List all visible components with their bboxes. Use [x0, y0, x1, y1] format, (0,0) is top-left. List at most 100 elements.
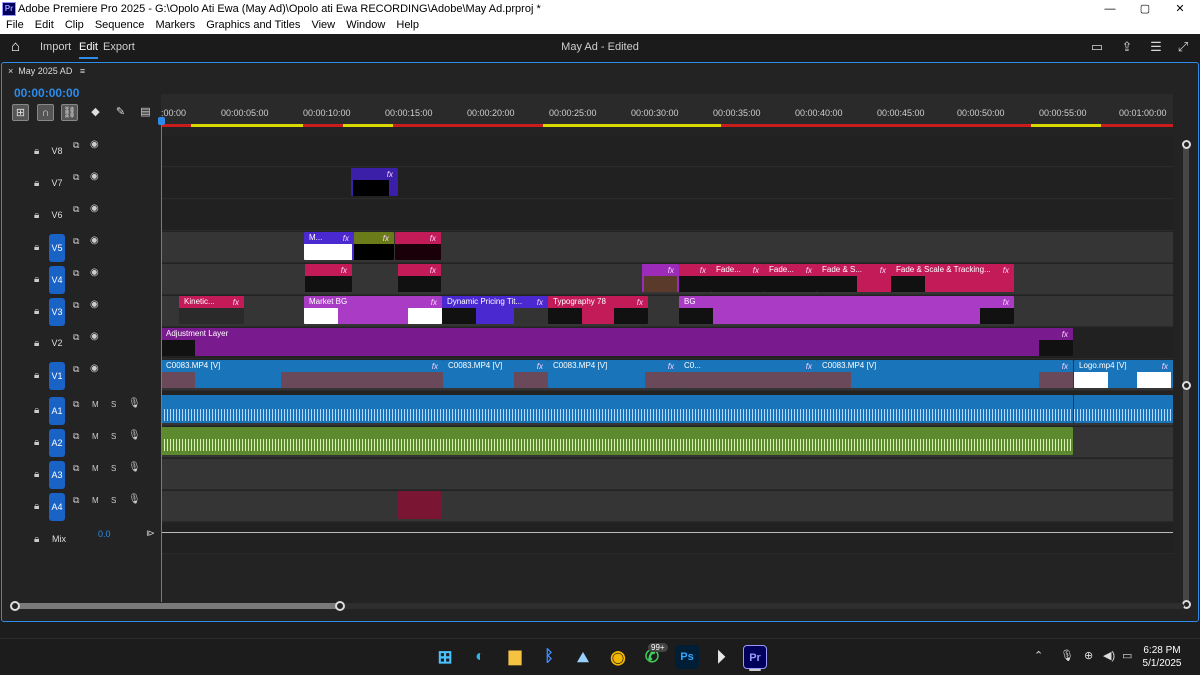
solo-button[interactable]: S — [111, 496, 116, 505]
share-icon[interactable]: ⇪ — [1119, 40, 1135, 54]
lane-mix[interactable] — [161, 524, 1173, 554]
mute-button[interactable]: M — [92, 464, 99, 473]
lane-a4[interactable] — [161, 491, 1173, 522]
file-explorer-icon[interactable]: ▆ — [503, 645, 527, 669]
lock-icon[interactable]: 🔒︎ — [34, 242, 39, 253]
clip-a1-audio[interactable] — [161, 395, 1073, 423]
eye-icon[interactable]: ◉ — [90, 363, 99, 374]
zoom-handle-right[interactable] — [335, 601, 345, 611]
track-label-a1[interactable]: A1 — [49, 397, 65, 425]
workspaces-icon[interactable]: ☰ — [1148, 40, 1164, 54]
globe-network-icon[interactable]: ⊕ — [1084, 649, 1093, 662]
lock-icon[interactable]: 🔒︎ — [34, 534, 39, 545]
lock-icon[interactable]: 🔒︎ — [34, 178, 39, 189]
clip-v4-pink-2[interactable]: fx — [398, 264, 441, 292]
menu-graphics-and-titles[interactable]: Graphics and Titles — [206, 19, 300, 31]
wrench-settings-icon[interactable]: ✎ — [112, 104, 129, 121]
clip-v3-dynamic-pricing[interactable]: Dynamic Pricing Tit... fx — [442, 296, 548, 324]
track-label-v6[interactable]: V6 — [50, 208, 64, 223]
chevron-up-icon[interactable]: ⌃ — [1034, 649, 1043, 662]
premiere-taskbar-icon[interactable]: Pr — [743, 645, 767, 669]
solo-button[interactable]: S — [111, 432, 116, 441]
menu-markers[interactable]: Markers — [155, 19, 195, 31]
clip-v1-logo[interactable]: Logo.mp4 [V] fx — [1074, 360, 1173, 388]
menu-help[interactable]: Help — [396, 19, 419, 31]
menu-file[interactable]: File — [6, 19, 24, 31]
lane-a3[interactable] — [161, 459, 1173, 490]
clip-v4-portrait[interactable]: fx — [642, 264, 679, 292]
speaker-icon[interactable]: ◀) — [1103, 649, 1115, 662]
track-label-v4[interactable]: V4 — [49, 266, 65, 294]
playhead-handle[interactable] — [158, 117, 165, 125]
battery-icon[interactable]: ▭ — [1122, 649, 1132, 662]
menu-edit[interactable]: Edit — [35, 19, 54, 31]
track-label-v5[interactable]: V5 — [49, 234, 65, 262]
clip-v3-bg[interactable]: BG fx — [679, 296, 1014, 324]
sync-lock-icon[interactable]: ⧉ — [73, 236, 79, 247]
microphone-icon[interactable]: 🎙︎ — [128, 398, 141, 409]
go-to-end-icon[interactable]: ⧐ — [146, 528, 155, 539]
menu-sequence[interactable]: Sequence — [95, 19, 145, 31]
taskbar-clock[interactable]: 6:28 PM 5/1/2025 — [1140, 644, 1184, 670]
lane-v6[interactable] — [161, 200, 1173, 231]
linked-selection-icon[interactable]: ⛓ — [61, 104, 78, 121]
playhead-line[interactable] — [161, 118, 162, 602]
maximize-button[interactable]: ▢ — [1130, 0, 1160, 18]
eye-icon[interactable]: ◉ — [90, 299, 99, 310]
sequence-menu-icon[interactable]: ≡ — [80, 66, 85, 76]
track-label-a2[interactable]: A2 — [49, 429, 65, 457]
clip-v4-pink-3[interactable]: fx — [679, 264, 711, 292]
lock-icon[interactable]: 🔒︎ — [34, 338, 39, 349]
track-label-v2[interactable]: V2 — [50, 336, 64, 351]
sync-lock-icon[interactable]: ⧉ — [73, 204, 79, 215]
clip-v3-market-bg[interactable]: Market BG fx — [304, 296, 442, 324]
vertical-scroll-handle-top[interactable] — [1182, 140, 1191, 149]
microphone-icon[interactable]: 🎙︎ — [128, 430, 141, 441]
clip-v4-pink-1[interactable]: fx — [305, 264, 352, 292]
solo-button[interactable]: S — [111, 400, 116, 409]
menu-view[interactable]: View — [311, 19, 335, 31]
clip-a2-music[interactable] — [161, 427, 1073, 455]
clip-a1-logo-audio[interactable] — [1074, 395, 1173, 423]
photos-app-icon[interactable]: ⛰ — [571, 645, 595, 669]
eye-icon[interactable]: ◉ — [90, 331, 99, 342]
eye-icon[interactable]: ◉ — [90, 267, 99, 278]
fullscreen-icon[interactable]: ⤢ — [1175, 40, 1191, 54]
lane-v7[interactable] — [161, 168, 1173, 199]
chrome-browser-icon[interactable]: ◉ — [606, 645, 630, 669]
track-label-v8[interactable]: V8 — [50, 144, 64, 159]
lock-icon[interactable]: 🔒︎ — [34, 210, 39, 221]
clip-v2-adjustment-layer[interactable]: Adjustment Layer fx — [161, 328, 1073, 356]
bluetooth-icon[interactable]: ᛒ — [537, 645, 561, 669]
minimize-button[interactable]: — — [1095, 0, 1125, 18]
mute-button[interactable]: M — [92, 400, 99, 409]
horizontal-scroll-thumb[interactable] — [14, 603, 340, 609]
lane-v8[interactable] — [161, 136, 1173, 167]
clip-v1-c0083-2[interactable]: C0083.MP4 [V] fx — [443, 360, 548, 388]
sync-lock-icon[interactable]: ⧉ — [73, 463, 79, 474]
clip-v4-fade-3[interactable]: Fade & S... fx — [817, 264, 891, 292]
sync-lock-icon[interactable]: ⧉ — [73, 172, 79, 183]
clip-v4-fade-2[interactable]: Fade... fx — [764, 264, 817, 292]
eye-icon[interactable]: ◉ — [90, 203, 99, 214]
microphone-tray-icon[interactable]: 🎙︎ — [1060, 649, 1074, 662]
eye-icon[interactable]: ◉ — [90, 139, 99, 150]
time-ruler[interactable]: :00:00 00:00:05:00 00:00:10:00 00:00:15:… — [161, 94, 1173, 127]
clip-v1-c0083-1[interactable]: C0083.MP4 [V] fx — [161, 360, 443, 388]
media-player-icon[interactable]: ⏵ — [709, 645, 733, 669]
windows-start-icon[interactable]: ⊞ — [433, 645, 457, 669]
eye-icon[interactable]: ◉ — [90, 235, 99, 246]
clip-v3-kinetic[interactable]: Kinetic... fx — [179, 296, 244, 324]
clip-v4-fade-1[interactable]: Fade... fx — [711, 264, 764, 292]
panel-layout-icon[interactable]: ▭ — [1089, 40, 1105, 54]
sync-lock-icon[interactable]: ⧉ — [73, 364, 79, 375]
lock-icon[interactable]: 🔒︎ — [34, 405, 39, 416]
mute-button[interactable]: M — [92, 432, 99, 441]
edge-browser-icon[interactable]: ◐ — [468, 645, 492, 669]
zoom-handle-left[interactable] — [10, 601, 20, 611]
clip-a4-sfx[interactable] — [398, 491, 441, 519]
eye-icon[interactable]: ◉ — [90, 171, 99, 182]
menu-clip[interactable]: Clip — [65, 19, 84, 31]
sync-lock-icon[interactable]: ⧉ — [73, 268, 79, 279]
track-label-a4[interactable]: A4 — [49, 493, 65, 521]
